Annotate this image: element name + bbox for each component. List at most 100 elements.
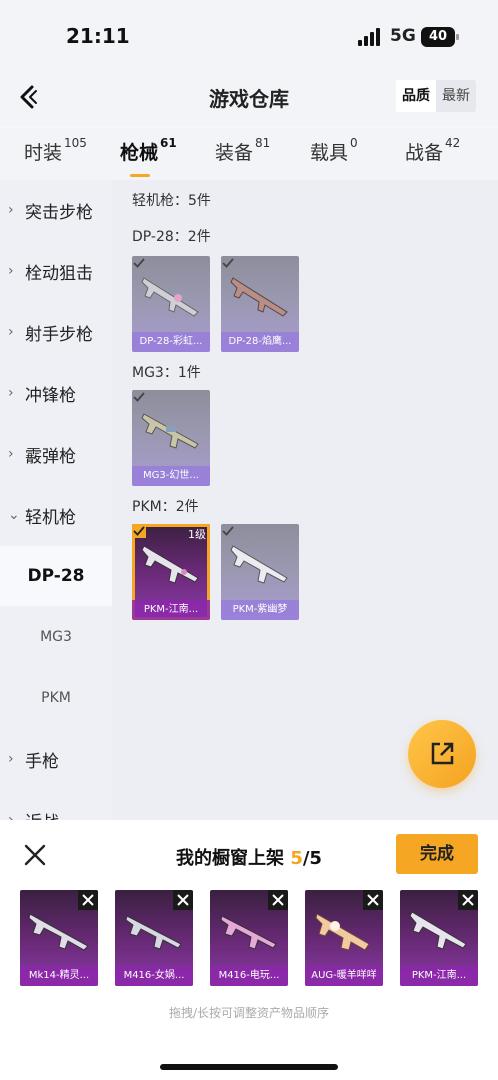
remove-item-button[interactable] (78, 890, 98, 910)
sidebar-item-pkm[interactable]: PKM (0, 668, 112, 728)
remove-item-button[interactable] (268, 890, 288, 910)
showcase-item[interactable]: PKM-江南... (400, 890, 478, 986)
share-icon (431, 742, 454, 765)
weapon-card-name: PKM-紫幽梦 (221, 600, 299, 620)
remove-item-button[interactable] (458, 890, 478, 910)
close-icon (272, 894, 284, 906)
sidebar-item-label: 栓动狙击 (25, 263, 93, 284)
sidebar-item-label: 突击步枪 (25, 202, 93, 223)
showcase-panel: 我的橱窗上架 5/5 完成 Mk14-精灵... M416-女娲... M416… (0, 820, 498, 1080)
showcase-shelf: Mk14-精灵... M416-女娲... M416-电玩... AUG-暖羊咩… (0, 890, 498, 990)
sort-latest-button[interactable]: 最新 (436, 80, 476, 112)
tab-equipment[interactable]: 装备 81 (215, 136, 271, 165)
tab-gear[interactable]: 战备 42 (405, 136, 461, 165)
sidebar-item-lmg[interactable]: ⌄ 轻机枪 (0, 485, 112, 545)
reorder-hint: 拖拽/长按可调整资产物品顺序 (168, 1006, 330, 1020)
chevron-right-icon: › (8, 202, 14, 218)
gun-image (230, 545, 288, 584)
weapon-card[interactable]: PKM-紫幽梦 (221, 524, 299, 620)
sidebar-item-label: 近战 (25, 808, 59, 821)
close-icon (177, 894, 189, 906)
weapon-card-selected[interactable]: 1级 PKM-江南... (132, 524, 210, 620)
showcase-title-text: 我的橱窗上架 (176, 848, 285, 869)
weapon-type-sidebar: › 突击步枪 › 栓动狙击 › 射手步枪 › 冲锋枪 › 霰弹枪 ⌄ 轻机枪 DP-28 M… (0, 180, 112, 820)
sort-quality-button[interactable]: 品质 (396, 80, 436, 112)
chevron-right-icon: › (8, 751, 14, 767)
sidebar-item-label: 手枪 (25, 751, 59, 772)
sort-toggle: 品质 最新 (396, 80, 476, 112)
tab-label: 战备 (405, 142, 444, 164)
tab-vehicles[interactable]: 载具 0 (310, 136, 358, 165)
chevron-right-icon: › (8, 324, 14, 340)
tab-count: 0 (350, 136, 358, 150)
close-icon (462, 894, 474, 906)
sidebar-item-mg3[interactable]: MG3 (0, 607, 112, 667)
sidebar-item-pistol[interactable]: › 手枪 (0, 729, 112, 789)
remove-item-button[interactable] (363, 890, 383, 910)
chevron-down-icon: ⌄ (8, 507, 20, 523)
showcase-item-name: M416-电玩... (210, 966, 288, 986)
tab-label: 载具 (310, 142, 349, 164)
tab-fashion[interactable]: 时装 105 (24, 136, 87, 165)
sidebar-item-label: 射手步枪 (25, 324, 93, 345)
showcase-item-name: Mk14-精灵... (20, 966, 98, 986)
sidebar-item-label: 霰弹枪 (25, 446, 76, 467)
showcase-item[interactable]: AUG-暖羊咩咩 (305, 890, 383, 986)
weapon-card-name: MG3-幻世... (132, 466, 210, 486)
close-icon (82, 894, 94, 906)
tab-count: 61 (160, 136, 177, 150)
weapon-card[interactable]: DP-28-彩虹... (132, 256, 210, 352)
showcase-item[interactable]: M416-电玩... (210, 890, 288, 986)
tab-count: 42 (445, 136, 461, 150)
tab-label: 枪械 (120, 142, 159, 164)
weapon-card[interactable]: DP-28-焰鹰... (221, 256, 299, 352)
gun-image (141, 413, 199, 449)
close-icon (367, 894, 379, 906)
done-button[interactable]: 完成 (396, 834, 478, 874)
network-type: 5G (390, 26, 416, 46)
status-time: 21:11 (66, 24, 130, 48)
showcase-total: /5 (302, 848, 322, 869)
weapon-card[interactable]: MG3-幻世... (132, 390, 210, 486)
showcase-item-name: AUG-暖羊咩咩 (305, 966, 383, 986)
status-bar: 21:11 5G 40 (0, 0, 498, 70)
battery-icon: 40 (421, 27, 459, 47)
showcase-item-name: M416-女娲... (115, 966, 193, 986)
home-indicator (160, 1064, 338, 1070)
sidebar-item-label: 轻机枪 (25, 507, 76, 528)
weapon-card-name: DP-28-焰鹰... (221, 332, 299, 352)
chevron-right-icon: › (8, 385, 14, 401)
gun-image (141, 545, 199, 584)
page-header: 游戏仓库 品质 最新 (0, 70, 498, 126)
category-tabs: 时装 105 枪械 61 装备 81 载具 0 战备 42 (0, 128, 498, 180)
sidebar-item-marksman-rifle[interactable]: › 射手步枪 (0, 302, 112, 362)
tab-guns[interactable]: 枪械 61 (120, 136, 177, 177)
share-button[interactable] (408, 720, 476, 788)
showcase-count: 5 (290, 848, 303, 869)
tab-label: 时装 (24, 142, 63, 164)
showcase-item[interactable]: M416-女娲... (115, 890, 193, 986)
chevron-right-icon: › (8, 263, 14, 279)
tab-count: 81 (255, 136, 271, 150)
showcase-item-name: PKM-江南... (400, 966, 478, 986)
signal-icon (358, 28, 382, 46)
group-label-pkm: PKM：2件 (132, 499, 199, 515)
sidebar-item-shotgun[interactable]: › 霰弹枪 (0, 424, 112, 484)
tab-label: 装备 (215, 142, 254, 164)
remove-item-button[interactable] (173, 890, 193, 910)
sidebar-item-assault-rifle[interactable]: › 突击步枪 (0, 180, 112, 240)
weapon-card-name: PKM-江南... (132, 600, 210, 620)
showcase-item[interactable]: Mk14-精灵... (20, 890, 98, 986)
sidebar-item-smg[interactable]: › 冲锋枪 (0, 363, 112, 423)
sidebar-item-melee[interactable]: › 近战 (0, 790, 112, 820)
sidebar-item-label: 冲锋枪 (25, 385, 76, 406)
sidebar-item-bolt-sniper[interactable]: › 栓动狙击 (0, 241, 112, 301)
weapon-card-name: DP-28-彩虹... (132, 332, 210, 352)
group-label-mg3: MG3：1件 (132, 365, 201, 381)
gun-image (230, 277, 288, 317)
chevron-right-icon: › (8, 446, 14, 462)
tab-count: 105 (64, 136, 87, 150)
group-label-dp28: DP-28：2件 (132, 229, 211, 245)
sidebar-item-dp28[interactable]: DP-28 (0, 546, 112, 606)
gun-image (141, 277, 199, 317)
